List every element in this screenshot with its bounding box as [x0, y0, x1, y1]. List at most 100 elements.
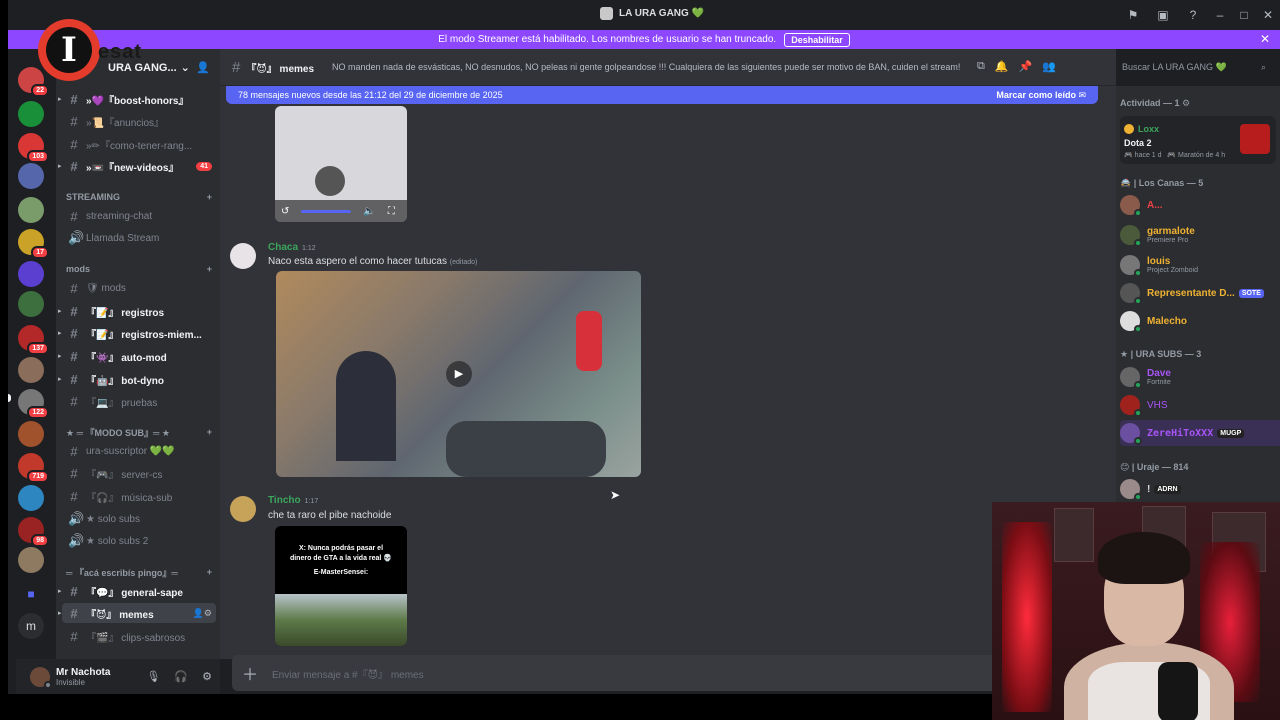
channel-auto-mod[interactable]: ▸ # 『👾』 auto-mod [58, 346, 216, 366]
progress-bar[interactable] [301, 209, 352, 213]
close-window-icon[interactable]: ✕ [1256, 0, 1280, 30]
channel-clips-sabrosos[interactable]: # 『🎬』 clips-sabrosos [62, 626, 216, 646]
channel-pruebas[interactable]: # 『💻』 pruebas [62, 391, 216, 411]
disable-streamer-button[interactable]: Deshabilitar [784, 32, 850, 47]
channel-como-tener-rango[interactable]: # »✏『como-tener-rang... [62, 134, 216, 154]
avatar[interactable] [30, 666, 52, 689]
mouse-cursor-icon: ➤ [610, 488, 621, 502]
add-channel-icon[interactable]: + [207, 567, 212, 577]
mark-as-read-button[interactable]: Marcar como leído ✉ [996, 90, 1086, 101]
member-item[interactable]: louis Project Zomboid [1120, 252, 1276, 278]
channel-musica-sub[interactable]: # 『🎧』 música-sub [62, 486, 216, 506]
server-icon-13[interactable]: 719 [18, 453, 49, 483]
speaker-icon: 🔊 [68, 511, 85, 526]
volume-icon[interactable]: 🔈 [363, 206, 375, 217]
category-mods[interactable]: mods + [66, 261, 212, 277]
server-icon-2[interactable] [18, 101, 44, 127]
headphones-icon[interactable]: 🎧 [174, 670, 188, 683]
add-channel-icon[interactable]: + [207, 264, 212, 274]
video-attachment[interactable]: X: Nunca podrás pasar el dinero de GTA a… [275, 526, 407, 646]
add-member-icon[interactable]: 👤 [196, 61, 210, 74]
add-channel-icon[interactable]: + [207, 427, 212, 437]
member-item[interactable]: garmalote Premiere Pro [1120, 222, 1276, 248]
microphone-icon[interactable]: 🎙 [146, 670, 160, 683]
channel-registros[interactable]: ▸ # 『📝』 registros [58, 301, 216, 321]
avatar[interactable] [230, 496, 256, 522]
category-aca-escribis[interactable]: ═ 『acá escribís pingo』═ + [66, 564, 212, 580]
avatar[interactable] [230, 243, 256, 269]
channel-topic[interactable]: NO manden nada de esvásticas, NO desnudo… [332, 62, 960, 72]
minimize-icon[interactable]: – [1208, 0, 1232, 30]
category-streaming[interactable]: STREAMING + [66, 189, 212, 205]
member-item[interactable]: Representante D... SOTE [1120, 280, 1276, 306]
server-icon-16[interactable] [18, 547, 44, 573]
add-attachment-icon[interactable]: ＋ [242, 661, 258, 685]
video-attachment[interactable]: ▶ [276, 271, 641, 477]
server-icon-7[interactable] [18, 261, 44, 287]
voice-channel-solo-subs-2[interactable]: 🔊 ★ solo subs 2 [62, 531, 216, 551]
member-item[interactable]: Malecho [1120, 308, 1276, 334]
threads-icon[interactable]: ⧉ [977, 60, 985, 73]
member-item[interactable]: VHS [1120, 392, 1276, 418]
search-input[interactable]: Buscar LA URA GANG 💚 ⌕ [1116, 55, 1272, 80]
author-name: Chaca [268, 242, 299, 253]
channel-mods[interactable]: # 🛡 mods [62, 278, 216, 298]
voice-channel-solo-subs[interactable]: 🔊 ★ solo subs [62, 509, 216, 529]
activity-user-name: Loxx [1138, 124, 1160, 134]
channel-memes[interactable]: ▸ # 『😈』 memes 👤⚙ [58, 603, 216, 623]
server-icon-11[interactable]: 122 [18, 389, 49, 419]
channel-settings-icon[interactable]: 👤⚙ [193, 608, 212, 619]
server-icon-15[interactable]: 98 [18, 517, 49, 547]
screen-icon[interactable]: ▣ [1148, 0, 1178, 30]
channel-streaming-chat[interactable]: # streaming-chat [62, 206, 216, 226]
channel-registros-miembros[interactable]: ▸ # 『📝』 registros-miem... [58, 323, 216, 343]
server-header[interactable]: URA GANG... ⌄ 👤 [56, 49, 220, 86]
member-item[interactable]: ! ADRN [1120, 476, 1276, 502]
channel-ura-suscriptor[interactable]: # ura-suscriptor 💚💚 [62, 441, 216, 461]
channel-new-videos[interactable]: ▸ # »📼『new-videos』 41 [58, 156, 216, 176]
inbox-icon[interactable]: ⚑ [1118, 0, 1148, 30]
category-modo-sub[interactable]: ★ ═ 『MODO SUB』═ ★ + [66, 424, 212, 440]
server-icon-5[interactable] [18, 197, 44, 223]
activity-game: Dota 2 [1124, 138, 1152, 148]
server-icon-m[interactable]: m [18, 613, 44, 639]
pin-icon[interactable]: 📌 [1019, 60, 1033, 73]
add-channel-icon[interactable]: + [207, 192, 212, 202]
play-icon[interactable]: ▶ [446, 361, 472, 387]
channel-server-cs[interactable]: # 『🎮』 server-cs [62, 463, 216, 483]
members-icon[interactable]: 👥 [1042, 60, 1056, 73]
close-banner-icon[interactable]: ✕ [1260, 32, 1270, 46]
maximize-icon[interactable]: □ [1232, 0, 1256, 30]
voice-channel-llamada-stream[interactable]: 🔊 Llamada Stream [62, 228, 216, 248]
message-author[interactable]: Chaca 1:12 [268, 242, 316, 253]
activity-card[interactable]: Loxx Dota 2 🎮 hace 1 d 🎮 Maratón de 4 h [1120, 116, 1276, 164]
bell-icon[interactable]: 🔔 [995, 60, 1009, 73]
fullscreen-icon[interactable]: ⛶ [388, 206, 395, 217]
help-icon[interactable]: ? [1178, 0, 1208, 30]
server-icon-14[interactable] [18, 485, 44, 511]
gear-icon[interactable]: ⚙ [202, 670, 212, 683]
channel-bot-dyno[interactable]: ▸ # 『🤖』 bot-dyno [58, 369, 216, 389]
channel-boost-honors[interactable]: ▸ # »💜『boost-honors』 [58, 89, 216, 109]
video-attachment[interactable]: ↺ 🔈 ⛶ [275, 106, 407, 222]
folder-icon[interactable]: ■ [18, 581, 44, 607]
server-icon-3[interactable]: 103 [18, 133, 49, 163]
new-messages-bar[interactable]: 78 mensajes nuevos desde las 21:12 del 2… [226, 86, 1098, 104]
channel-anuncios[interactable]: # »📜『anuncios』 [62, 111, 216, 131]
server-icon-8[interactable] [18, 291, 44, 317]
member-item[interactable]: A... [1120, 192, 1276, 218]
member-item[interactable]: ZereHiToXXX MUGP [1120, 420, 1280, 446]
server-icon-9[interactable]: 137 [18, 325, 49, 355]
server-icon-4[interactable] [18, 163, 44, 189]
server-icon-10[interactable] [18, 357, 44, 383]
channel-general-sape[interactable]: ▸ # 『💬』 general-sape [58, 581, 216, 601]
member-item[interactable]: Dave Fortnite [1120, 364, 1276, 390]
message-author[interactable]: Tincho 1:17 [268, 495, 318, 506]
activity-user: Loxx [1124, 124, 1159, 134]
message-composer[interactable]: ＋ Enviar mensaje a #『😈』 memes [232, 655, 1104, 691]
server-icon-6[interactable]: 17 [18, 229, 49, 259]
replay-icon[interactable]: ↺ [281, 206, 289, 217]
server-icon-12[interactable] [18, 421, 44, 447]
server-icon-1[interactable]: 22 [18, 67, 49, 97]
member-name: ZereHiToXXX [1147, 427, 1214, 439]
